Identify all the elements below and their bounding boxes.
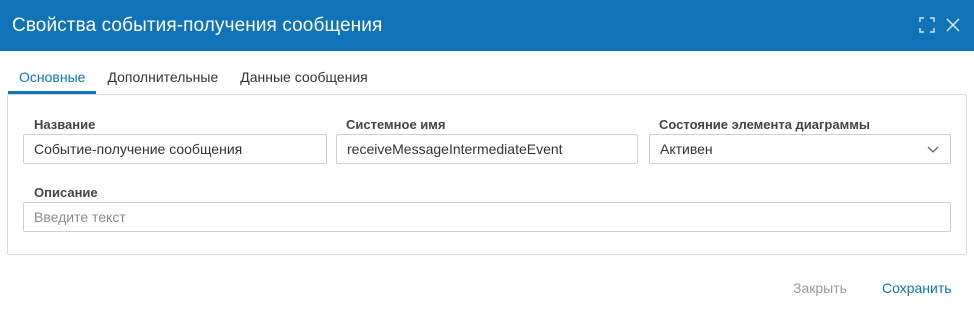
- dialog-header: Свойства события-получения сообщения: [0, 0, 974, 51]
- tab-main[interactable]: Основные: [8, 61, 97, 94]
- name-label: Название: [34, 117, 96, 132]
- dialog-title: Свойства события-получения сообщения: [12, 14, 383, 36]
- state-select[interactable]: Активен: [649, 134, 951, 164]
- chevron-down-icon: [927, 146, 939, 153]
- tab-message-data[interactable]: Данные сообщения: [229, 61, 379, 94]
- description-label: Описание: [34, 185, 98, 200]
- form-panel: Название Системное имя Состояние элемент…: [7, 94, 967, 255]
- close-button[interactable]: Закрыть: [793, 280, 847, 296]
- tab-additional[interactable]: Дополнительные: [96, 61, 229, 94]
- description-field[interactable]: [23, 202, 951, 232]
- state-label: Состояние элемента диаграммы: [659, 117, 870, 132]
- close-icon[interactable]: [944, 16, 962, 34]
- save-button[interactable]: Сохранить: [882, 280, 952, 296]
- state-select-value: Активен: [660, 141, 713, 157]
- tab-bar: Основные Дополнительные Данные сообщения: [8, 61, 379, 94]
- maximize-icon[interactable]: [918, 16, 936, 34]
- system-name-label: Системное имя: [346, 117, 446, 132]
- system-name-field[interactable]: [336, 134, 638, 164]
- name-field[interactable]: [23, 134, 327, 164]
- header-controls: [918, 16, 962, 34]
